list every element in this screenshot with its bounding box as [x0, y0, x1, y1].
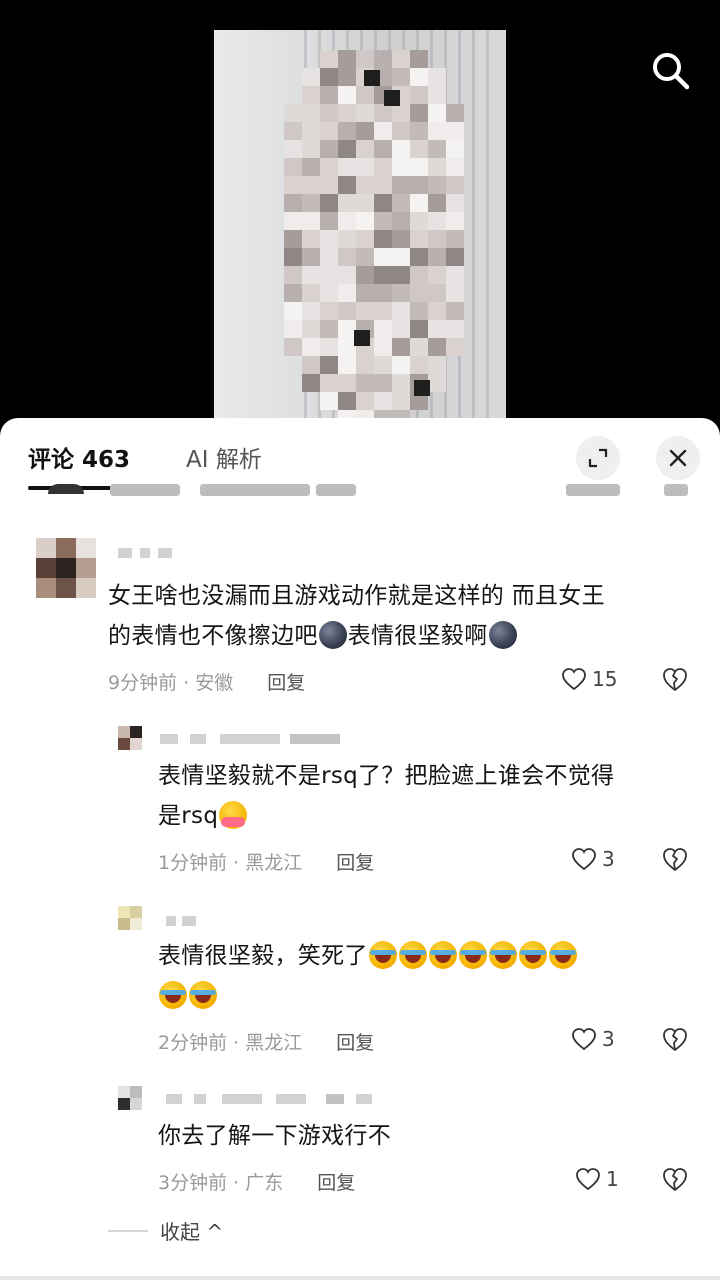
stone-face-emoji-icon: [318, 621, 347, 649]
avatar[interactable]: [118, 906, 142, 930]
avatar[interactable]: [118, 1086, 142, 1110]
comment-sheet: 评论 463 AI 解析 女王啥也没漏而且游戏动作就是这样的 而且女王 的表情也…: [0, 418, 720, 1280]
comment-text-fragment: 的表情也不像擦边吧: [108, 623, 318, 649]
bottom-divider: [0, 1276, 720, 1280]
username-blurred[interactable]: [118, 548, 178, 562]
broken-heart-icon: [663, 1028, 687, 1051]
dislike-button[interactable]: [660, 664, 690, 694]
dislike-button[interactable]: [660, 1164, 690, 1194]
expand-button[interactable]: [576, 436, 620, 480]
avatar[interactable]: [118, 726, 142, 750]
reply-button[interactable]: 回复: [317, 1172, 355, 1194]
username-blurred[interactable]: [160, 734, 350, 748]
close-button[interactable]: [656, 436, 700, 480]
like-button[interactable]: 1: [574, 1165, 619, 1193]
comment-meta: 1分钟前 · 黑龙江 回复: [158, 848, 374, 875]
heart-icon: [576, 1168, 600, 1191]
comment-text: 女王啥也没漏而且游戏动作就是这样的 而且女王 的表情也不像擦边吧 表情很坚毅啊: [108, 576, 688, 656]
comment-meta: 9分钟前 · 安徽 回复: [108, 668, 305, 695]
broken-heart-icon: [663, 848, 687, 871]
close-icon: [669, 449, 687, 467]
comment-text-line: [158, 976, 688, 1016]
comment-text: 表情坚毅就不是rsq了？把脸遮上谁会不觉得 是rsq: [158, 756, 678, 836]
like-count: 3: [602, 847, 615, 871]
comment-text-line: 女王啥也没漏而且游戏动作就是这样的 而且女王: [108, 583, 605, 609]
laughing-crying-emoji-icon: [488, 941, 517, 969]
laughing-crying-emoji-icon: [518, 941, 547, 969]
comment-text: 你去了解一下游戏行不: [158, 1116, 678, 1156]
reply-button[interactable]: 回复: [336, 1032, 374, 1054]
like-count: 3: [602, 1027, 615, 1051]
video-player[interactable]: [0, 0, 720, 430]
hugging-face-emoji-icon: [219, 801, 248, 829]
comment-text-line: 是rsq: [158, 796, 678, 836]
avatar[interactable]: [36, 538, 96, 598]
like-button[interactable]: 3: [570, 845, 615, 873]
comment-text-fragment: 表情很坚毅啊: [347, 623, 488, 649]
collapse-replies-button[interactable]: 收起 ^: [108, 1216, 223, 1245]
like-button[interactable]: 3: [570, 1025, 615, 1053]
heart-icon: [562, 668, 586, 691]
dislike-button[interactable]: [660, 844, 690, 874]
comment-time-location: 1分钟前 · 黑龙江: [158, 852, 303, 874]
like-button[interactable]: 15: [560, 665, 617, 693]
laughing-crying-emoji-icon: [189, 981, 217, 1009]
like-count: 1: [606, 1167, 619, 1191]
comment-text-fragment: 表情很坚毅，笑死了: [158, 943, 368, 969]
divider: [108, 1229, 148, 1232]
tab-ai-analysis[interactable]: AI 解析: [186, 440, 262, 474]
laughing-crying-emoji-icon: [159, 981, 187, 1009]
search-icon[interactable]: [648, 48, 692, 92]
broken-heart-icon: [663, 668, 687, 691]
collapse-label: 收起 ^: [160, 1220, 224, 1244]
laughing-crying-emoji-icon: [398, 941, 427, 969]
comment-time-location: 9分钟前 · 安徽: [108, 672, 234, 694]
comment-text-fragment: 是rsq: [158, 803, 219, 829]
reply-button[interactable]: 回复: [336, 852, 374, 874]
comment-text-line: 表情很坚毅，笑死了: [158, 936, 688, 976]
video-frame-pixelated: [214, 30, 506, 425]
reply-button[interactable]: 回复: [267, 672, 305, 694]
comment-text-line: 表情坚毅就不是rsq了？把脸遮上谁会不觉得: [158, 763, 615, 789]
broken-heart-icon: [663, 1168, 687, 1191]
partially-hidden-comment-row: [0, 484, 720, 500]
comment-sheet-header: 评论 463 AI 解析: [0, 418, 720, 496]
comment-text: 表情很坚毅，笑死了: [158, 936, 688, 1016]
heart-icon: [572, 848, 596, 871]
heart-icon: [572, 1028, 596, 1051]
stone-face-emoji-icon: [488, 621, 517, 649]
laughing-crying-emoji-icon: [368, 941, 397, 969]
comment-meta: 3分钟前 · 广东 回复: [158, 1168, 355, 1195]
comment-meta: 2分钟前 · 黑龙江 回复: [158, 1028, 374, 1055]
comment-text-line: 你去了解一下游戏行不: [158, 1123, 391, 1149]
comment-time-location: 2分钟前 · 黑龙江: [158, 1032, 303, 1054]
like-count: 15: [592, 667, 618, 691]
username-blurred[interactable]: [166, 916, 206, 930]
tab-comments[interactable]: 评论 463: [28, 440, 130, 474]
dislike-button[interactable]: [660, 1024, 690, 1054]
username-blurred[interactable]: [166, 1094, 386, 1108]
comment-time-location: 3分钟前 · 广东: [158, 1172, 284, 1194]
comment-text-line: 的表情也不像擦边吧 表情很坚毅啊: [108, 616, 688, 656]
laughing-crying-emoji-icon: [548, 941, 577, 969]
laughing-crying-emoji-icon: [458, 941, 487, 969]
expand-icon: [588, 448, 608, 468]
laughing-crying-emoji-icon: [428, 941, 457, 969]
